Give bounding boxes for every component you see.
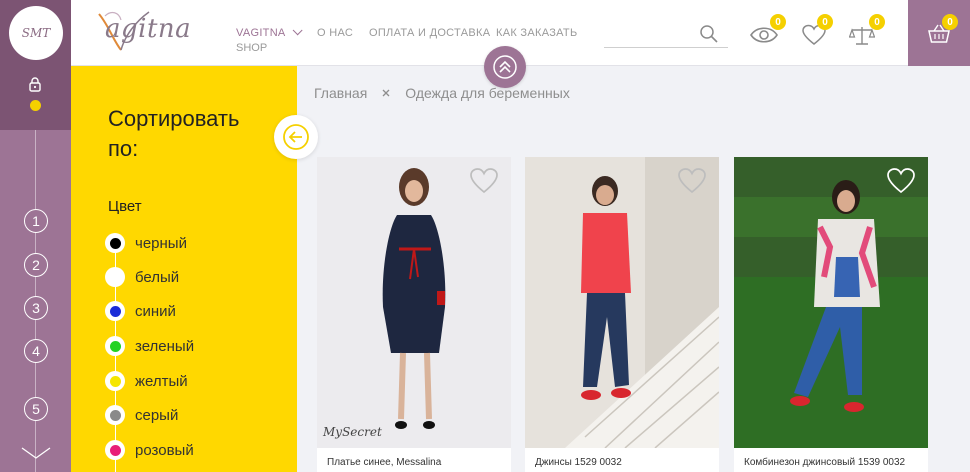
- step-label: 3: [32, 300, 40, 316]
- heart-icon[interactable]: [886, 167, 916, 195]
- nav-vagitna-shop[interactable]: VAGITNA: [236, 25, 303, 39]
- color-dot: [109, 444, 121, 456]
- favorites-count-badge: 0: [817, 14, 833, 30]
- color-swatch: [105, 336, 125, 356]
- filter-title: Сортировать по:: [108, 106, 240, 161]
- color-dot: [109, 237, 121, 249]
- close-icon: [382, 89, 390, 97]
- color-dot: [109, 305, 121, 317]
- chevron-down-icon[interactable]: [20, 446, 52, 460]
- color-label: белый: [135, 268, 180, 286]
- search-icon[interactable]: [699, 24, 719, 44]
- color-swatch: [105, 440, 125, 460]
- color-option-black[interactable]: черный: [105, 232, 187, 254]
- product-name[interactable]: Платье синее, Messalina: [327, 457, 441, 468]
- color-swatch: [105, 267, 125, 287]
- product-card[interactable]: MySecret Платье синее, Messalina: [317, 157, 511, 472]
- nav-sub-label: SHOP: [236, 42, 268, 54]
- product-image[interactable]: [317, 157, 511, 448]
- step-label: 4: [32, 343, 40, 359]
- nav-how-to-order[interactable]: КАК ЗАКАЗАТЬ: [496, 27, 577, 39]
- cart-count-badge: 0: [942, 14, 958, 30]
- breadcrumb-home[interactable]: Главная: [314, 85, 367, 101]
- color-dot: [109, 271, 121, 283]
- step-5[interactable]: 5: [24, 397, 48, 421]
- step-1[interactable]: 1: [24, 209, 48, 233]
- product-image[interactable]: [734, 157, 928, 448]
- color-label: черный: [135, 234, 187, 252]
- color-option-gray[interactable]: серый: [105, 404, 178, 426]
- step-4[interactable]: 4: [24, 339, 48, 363]
- double-chevron-up-icon: [493, 55, 517, 79]
- color-label: зеленый: [135, 337, 195, 355]
- color-option-yellow[interactable]: желтый: [105, 370, 188, 392]
- product-name[interactable]: Комбинезон джинсовый 1539 0032: [744, 457, 905, 468]
- product-card[interactable]: Джинсы 1529 0032: [525, 157, 719, 472]
- color-dot: [109, 340, 121, 352]
- filter-panel: Сортировать по: Цвет черный белый синий …: [71, 66, 297, 472]
- compare-count-badge: 0: [869, 14, 885, 30]
- brand-logo-text: agitna: [105, 14, 192, 44]
- product-card[interactable]: Комбинезон джинсовый 1539 0032: [734, 157, 928, 472]
- product-image[interactable]: [525, 157, 719, 448]
- brand-logo-badge[interactable]: SMT: [9, 6, 63, 60]
- nav-payment-delivery[interactable]: ОПЛАТА И ДОСТАВКА: [369, 27, 490, 39]
- nav-about[interactable]: О НАС: [317, 27, 353, 39]
- lock-icon[interactable]: [27, 76, 43, 92]
- viewed-count-badge: 0: [770, 14, 786, 30]
- color-label: синий: [135, 302, 176, 320]
- color-option-blue[interactable]: синий: [105, 300, 176, 322]
- arrow-left-icon: [283, 124, 309, 150]
- color-swatch: [105, 371, 125, 391]
- color-option-white[interactable]: белый: [105, 266, 179, 288]
- color-label: розовый: [135, 441, 194, 459]
- step-label: 1: [32, 213, 40, 229]
- color-option-pink[interactable]: розовый: [105, 439, 194, 461]
- left-rail: SMT 1 2 3 4 5: [0, 0, 71, 472]
- chevron-down-icon: [292, 25, 303, 36]
- brand-logo-text: SMT: [21, 26, 51, 40]
- page: SMT 1 2 3 4 5 agitna VAGITNA SHOP О НАС …: [0, 0, 970, 472]
- breadcrumb: Главная Одежда для беременных: [314, 85, 570, 101]
- breadcrumb-current: Одежда для беременных: [405, 85, 570, 101]
- status-dot: [30, 100, 41, 111]
- color-dot: [109, 375, 121, 387]
- collapse-filter-button[interactable]: [274, 115, 318, 159]
- color-dot: [109, 409, 121, 421]
- cart-button[interactable]: 0: [908, 0, 970, 66]
- filter-section-title: Цвет: [108, 198, 142, 215]
- heart-icon[interactable]: [469, 167, 499, 195]
- scroll-up-button[interactable]: [484, 46, 526, 88]
- heart-icon[interactable]: [677, 167, 707, 195]
- step-label: 5: [32, 401, 40, 417]
- product-name[interactable]: Джинсы 1529 0032: [535, 457, 622, 468]
- color-swatch: [105, 301, 125, 321]
- color-swatch: [105, 405, 125, 425]
- nav-label: VAGITNA: [236, 27, 286, 39]
- color-label: желтый: [135, 372, 188, 390]
- color-swatch: [105, 233, 125, 253]
- color-label: серый: [135, 406, 179, 424]
- watermark-text: MySecret: [323, 425, 382, 439]
- color-option-green[interactable]: зеленый: [105, 335, 194, 357]
- step-2[interactable]: 2: [24, 253, 48, 277]
- step-3[interactable]: 3: [24, 296, 48, 320]
- step-label: 2: [32, 257, 40, 273]
